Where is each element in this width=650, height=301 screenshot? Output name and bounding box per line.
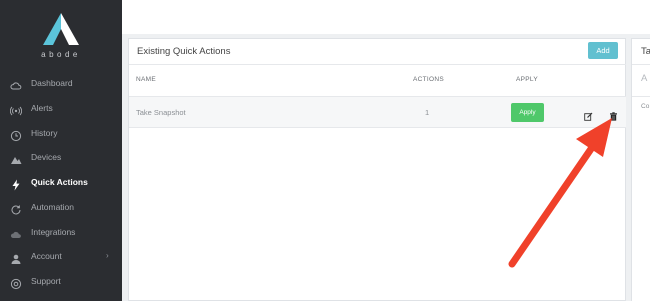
sidebar-item-alerts[interactable]: Alerts	[0, 100, 122, 120]
abode-logo-mark	[43, 13, 79, 45]
sidebar-item-label: Dashboard	[31, 78, 73, 88]
refresh-icon	[10, 203, 22, 215]
cloud-outline-icon	[10, 228, 22, 240]
quick-action-name: Take Snapshot	[136, 108, 186, 117]
broadcast-icon	[9, 104, 23, 116]
sidebar-item-label: History	[31, 128, 58, 138]
panel-title: Existing Quick Actions	[137, 46, 231, 57]
mountains-icon	[10, 153, 22, 165]
sidebar-item-label: Support	[31, 276, 61, 286]
divider	[632, 96, 650, 97]
sidebar-item-label: Integrations	[31, 227, 76, 237]
quick-action-count: 1	[425, 108, 430, 117]
sidebar-item-automation[interactable]: Automation	[0, 199, 122, 219]
right-panel-text: Co	[641, 103, 650, 110]
logo-text: abode	[41, 50, 81, 59]
help-icon	[10, 277, 22, 290]
divider	[632, 64, 650, 65]
sidebar-item-account[interactable]: Account ›	[0, 248, 122, 268]
clock-icon	[10, 129, 22, 142]
chevron-right-icon: ›	[106, 251, 109, 260]
sidebar-item-devices[interactable]: Devices	[0, 149, 122, 169]
sidebar-item-support[interactable]: Support	[0, 273, 122, 293]
sidebar: abode Dashboard Alerts History Devices Q…	[0, 0, 122, 301]
sidebar-item-integrations[interactable]: Integrations	[0, 224, 122, 244]
sidebar-item-quick-actions[interactable]: Quick Actions	[0, 174, 122, 194]
sidebar-item-label: Automation	[31, 202, 74, 212]
annotation-arrow	[508, 118, 612, 268]
top-bar	[122, 0, 650, 34]
user-icon	[10, 252, 22, 264]
right-panel-subtitle: A	[641, 73, 648, 84]
add-quick-action-button[interactable]: Add	[588, 42, 618, 59]
cloud-icon	[10, 79, 22, 91]
column-header-name: NAME	[136, 76, 156, 83]
sidebar-item-label: Quick Actions	[31, 177, 88, 187]
column-header-apply: APPLY	[516, 76, 538, 83]
column-header-actions: ACTIONS	[413, 76, 444, 83]
divider	[129, 64, 626, 65]
right-panel: Ta A Co	[631, 38, 650, 301]
sidebar-item-dashboard[interactable]: Dashboard	[0, 75, 122, 95]
sidebar-item-label: Devices	[31, 152, 62, 162]
sidebar-item-history[interactable]: History	[0, 125, 122, 145]
lightning-icon	[10, 178, 22, 191]
sidebar-item-label: Account	[31, 251, 62, 261]
right-panel-title: Ta	[641, 46, 650, 57]
sidebar-item-label: Alerts	[31, 103, 53, 113]
abode-logo[interactable]: abode	[0, 8, 122, 59]
